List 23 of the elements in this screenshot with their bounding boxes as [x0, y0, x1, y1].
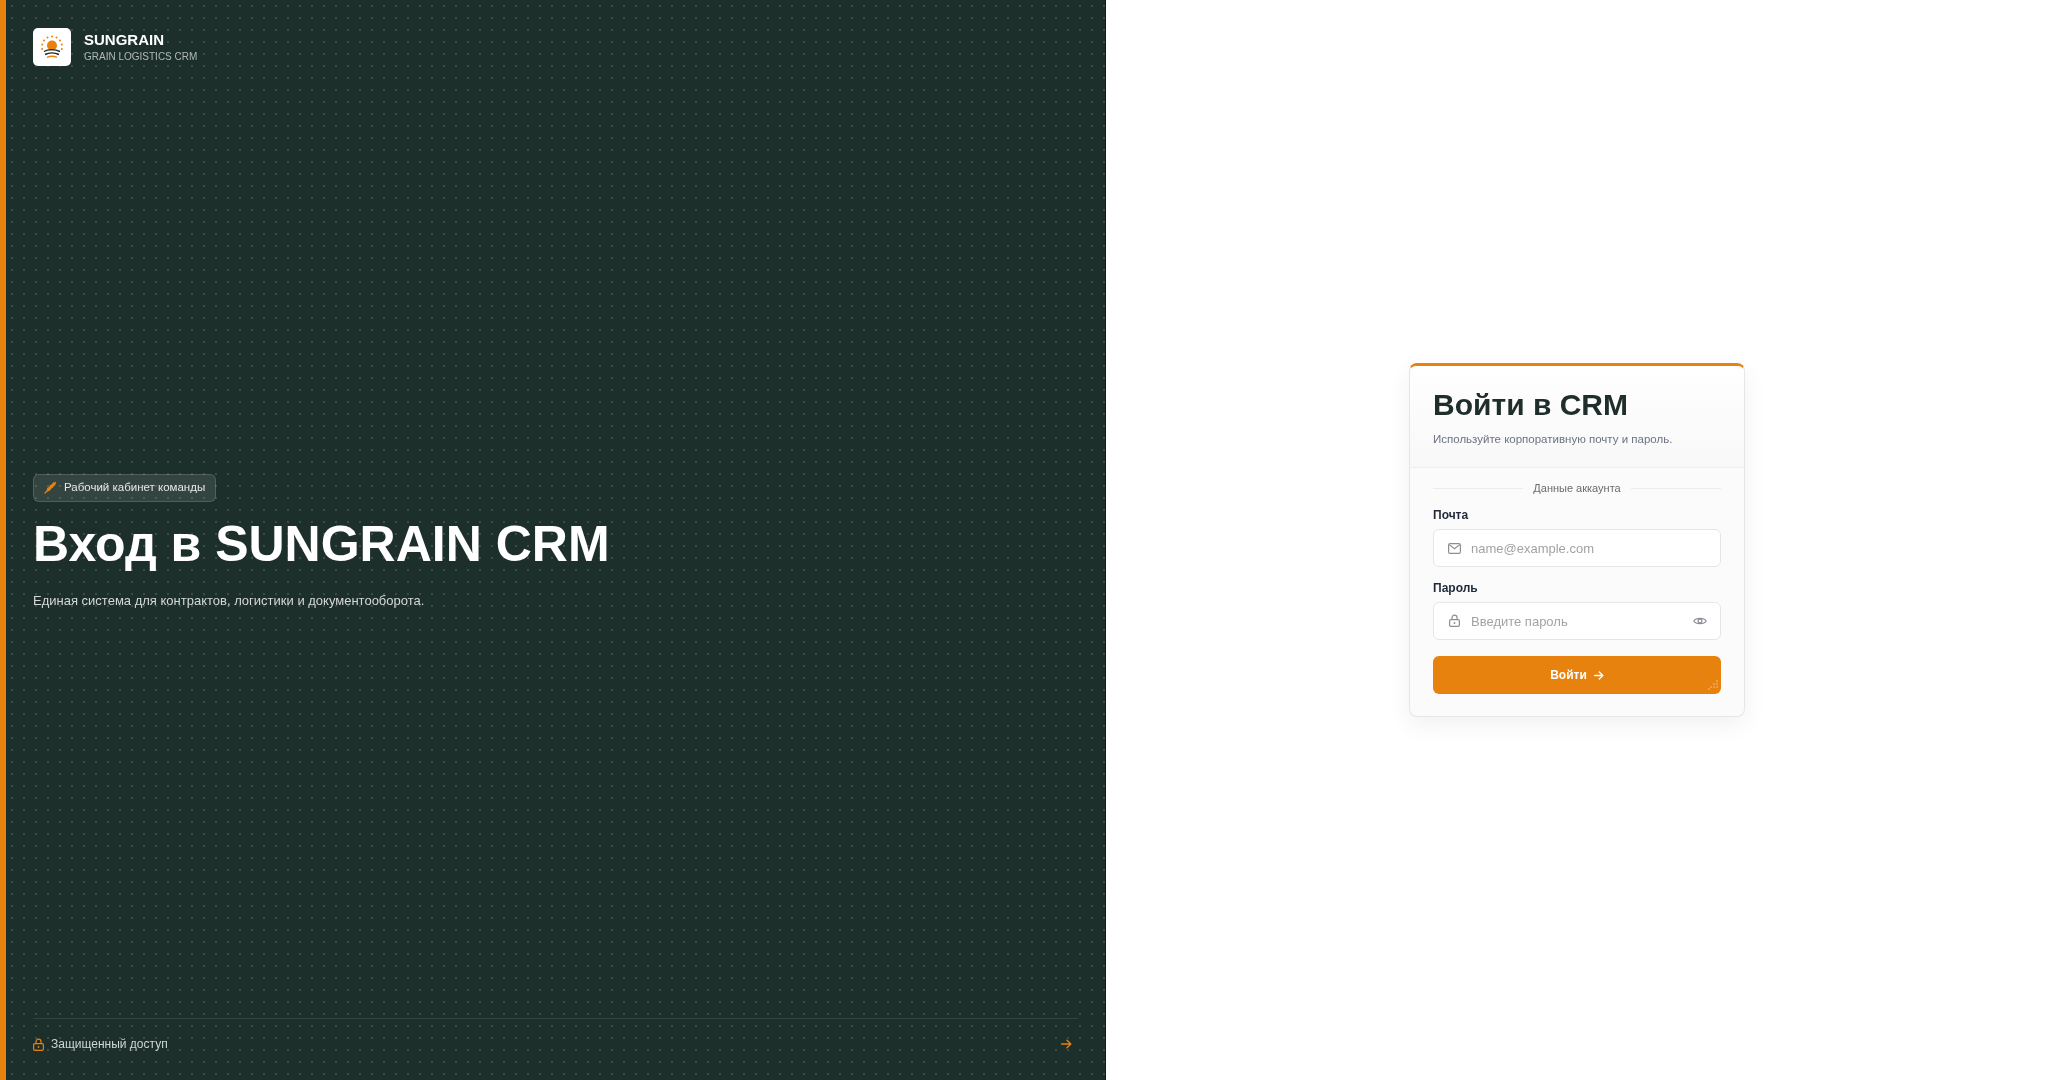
- mail-icon: [1448, 543, 1461, 554]
- brand-name: SUNGRAIN: [84, 31, 165, 48]
- field-label: Почта: [1433, 507, 1470, 523]
- hero-subtitle: Единая система для контрактов, логистики и документооборота.: [33, 591, 425, 610]
- section-label: Данные аккаунта: [1533, 481, 1621, 496]
- lock-icon: [1449, 614, 1460, 627]
- card-title: Войти в CRM: [1433, 387, 1629, 423]
- badge-text: Рабочий кабинет команды: [64, 479, 206, 495]
- lock-icon: [33, 1037, 44, 1051]
- eye-icon[interactable]: [1693, 616, 1707, 626]
- password-field[interactable]: Введите пароль: [1433, 602, 1721, 640]
- email-field[interactable]: name@example.com: [1433, 529, 1721, 567]
- arrow-right-icon[interactable]: [1061, 1039, 1072, 1049]
- hero-title: Вход в SUNGRAIN CRM: [33, 515, 610, 572]
- wheat-icon: [44, 481, 57, 494]
- arrow-right-icon: [1593, 670, 1604, 680]
- brand-tagline: GRAIN LOGISTICS CRM: [84, 50, 198, 63]
- card-subtitle: Используйте корпоративную почту и пароль.: [1433, 432, 1674, 447]
- dots-icon: [1708, 680, 1718, 690]
- field-label: Пароль: [1433, 580, 1479, 596]
- secure-access-label: Защищенный доступ: [51, 1036, 168, 1052]
- login-button[interactable]: Войти: [1433, 656, 1721, 694]
- logo-icon: [33, 28, 71, 66]
